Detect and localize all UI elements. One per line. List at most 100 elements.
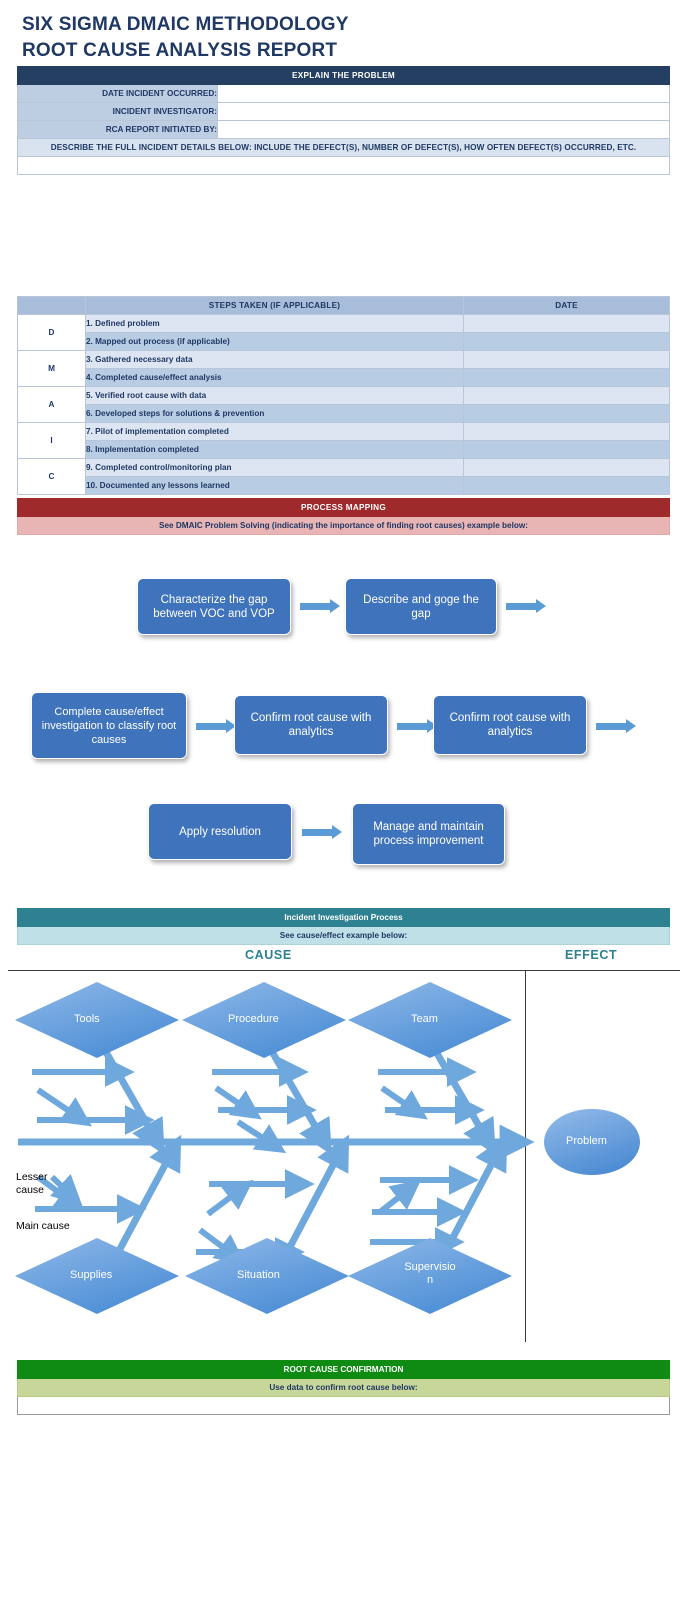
table-row: DATE INCIDENT OCCURRED: (17, 84, 671, 103)
dmaic-letter-c: C (17, 458, 86, 495)
process-mapping-table: PROCESS MAPPING See DMAIC Problem Solvin… (17, 498, 670, 535)
fishbone-sub-causes-situation (196, 1169, 315, 1267)
step-date-7[interactable] (463, 422, 670, 441)
rca-report-initiated-by-label: RCA REPORT INITIATED BY: (17, 120, 218, 139)
step-label-6: 6. Developed steps for solutions & preve… (85, 404, 464, 423)
flow-arrow-5 (596, 719, 636, 733)
table-row: EXPLAIN THE PROBLEM (16, 66, 671, 85)
dmaic-flowchart: Characterize the gap between VOC and VOP… (0, 552, 685, 892)
page-title: SIX SIGMA DMAIC METHODOLOGY ROOT CAUSE A… (22, 12, 662, 64)
step-label-10: 10. Documented any lessons learned (85, 476, 464, 495)
cause-label: CAUSE (245, 948, 292, 962)
root-cause-confirmation-textarea[interactable] (17, 1396, 670, 1415)
step-label-8: 8. Implementation completed (85, 440, 464, 459)
flow-box-confirm-root-cause-2[interactable]: Confirm root cause with analytics (433, 695, 587, 755)
effect-label: EFFECT (565, 948, 618, 962)
step-date-8[interactable] (463, 440, 670, 459)
table-row: 8. Implementation completed (18, 440, 670, 459)
date-incident-occurred-label: DATE INCIDENT OCCURRED: (17, 84, 218, 103)
dmaic-letter-d: D (17, 314, 86, 351)
page-title-line-2: ROOT CAUSE ANALYSIS REPORT (22, 40, 338, 61)
steps-column-header: STEPS TAKEN (IF APPLICABLE) (85, 296, 464, 315)
step-label-1: 1. Defined problem (85, 314, 464, 333)
root-cause-confirmation-subheader: Use data to confirm root cause below: (17, 1378, 670, 1397)
fishbone-sub-causes-supplies (35, 1174, 147, 1224)
root-cause-confirmation-table: ROOT CAUSE CONFIRMATION Use data to conf… (17, 1360, 670, 1415)
table-row (17, 1396, 670, 1415)
table-row: M 3. Gathered necessary data (17, 350, 670, 387)
fishbone-category-procedure: Procedure (228, 1013, 279, 1025)
table-row: STEPS TAKEN (IF APPLICABLE) DATE (17, 296, 670, 315)
step-label-4: 4. Completed cause/effect analysis (85, 368, 464, 387)
fishbone-category-supervision: Supervisio n (404, 1261, 456, 1286)
describe-incident-header: DESCRIBE THE FULL INCIDENT DETAILS BELOW… (16, 138, 671, 157)
flow-arrow-1 (300, 599, 340, 613)
flow-box-complete-cause-effect[interactable]: Complete cause/effect investigation to c… (31, 692, 187, 759)
flow-box-confirm-root-cause-1[interactable]: Confirm root cause with analytics (234, 695, 388, 755)
table-row: C 9. Completed control/monitoring plan (17, 458, 670, 495)
step-label-9: 9. Completed control/monitoring plan (85, 458, 464, 477)
table-row: 4. Completed cause/effect analysis (18, 368, 670, 387)
incident-investigation-header: Incident Investigation Process (17, 908, 670, 927)
flow-arrow-4 (397, 719, 437, 733)
fishbone-category-situation: Situation (237, 1269, 280, 1281)
table-row: See DMAIC Problem Solving (indicating th… (17, 516, 670, 535)
fishbone-effect-label: Problem (566, 1135, 607, 1147)
step-date-5[interactable] (463, 386, 670, 405)
step-date-10[interactable] (463, 476, 670, 495)
table-row (16, 156, 671, 175)
process-mapping-header: PROCESS MAPPING (17, 498, 670, 517)
table-row: 2. Mapped out process (if applicable) (18, 332, 670, 351)
step-label-3: 3. Gathered necessary data (85, 350, 464, 369)
step-date-6[interactable] (463, 404, 670, 423)
table-row: See cause/effect example below: (17, 926, 670, 945)
step-label-5: 5. Verified root cause with data (85, 386, 464, 405)
fishbone-svg (15, 982, 640, 1314)
rca-report-initiated-by-input[interactable] (216, 120, 671, 139)
explain-the-problem-table: EXPLAIN THE PROBLEM DATE INCIDENT OCCURR… (16, 66, 671, 175)
table-row: A 5. Verified root cause with data (17, 386, 670, 423)
fishbone-diagram: Tools Procedure Team Supplies Situation … (0, 962, 685, 1352)
step-date-1[interactable] (463, 314, 670, 333)
incident-investigation-table: Incident Investigation Process See cause… (17, 908, 670, 945)
table-row: 6. Developed steps for solutions & preve… (18, 404, 670, 423)
describe-incident-textarea[interactable] (16, 156, 671, 175)
incident-investigation-subheader: See cause/effect example below: (17, 926, 670, 945)
flow-arrow-3 (196, 719, 236, 733)
step-date-4[interactable] (463, 368, 670, 387)
flow-box-manage-maintain[interactable]: Manage and maintain process improvement (352, 803, 505, 865)
step-label-2: 2. Mapped out process (if applicable) (85, 332, 464, 351)
table-row: RCA REPORT INITIATED BY: (17, 120, 671, 139)
dmaic-letter-i: I (17, 422, 86, 459)
rca-report-page: SIX SIGMA DMAIC METHODOLOGY ROOT CAUSE A… (0, 0, 685, 1599)
dmaic-letter-a: A (17, 386, 86, 423)
dmaic-letter-m: M (17, 350, 86, 387)
table-row: D 1. Defined problem (17, 314, 670, 351)
step-label-7: 7. Pilot of implementation completed (85, 422, 464, 441)
step-date-3[interactable] (463, 350, 670, 369)
table-row: ROOT CAUSE CONFIRMATION (17, 1360, 670, 1379)
root-cause-confirmation-header: ROOT CAUSE CONFIRMATION (17, 1360, 670, 1379)
table-row: I 7. Pilot of implementation completed (17, 422, 670, 459)
fishbone-annotation-lesser-cause: Lesser cause (16, 1171, 48, 1196)
table-row: Use data to confirm root cause below: (17, 1378, 670, 1397)
flow-box-apply-resolution[interactable]: Apply resolution (148, 803, 292, 860)
process-mapping-subheader: See DMAIC Problem Solving (indicating th… (17, 516, 670, 535)
dmaic-column-header (17, 296, 86, 315)
step-date-9[interactable] (463, 458, 670, 477)
date-incident-occurred-input[interactable] (216, 84, 671, 103)
date-column-header: DATE (463, 296, 670, 315)
fishbone-category-supplies: Supplies (70, 1269, 113, 1281)
explain-section-header: EXPLAIN THE PROBLEM (16, 66, 671, 85)
fishbone-sub-causes-supervision (370, 1165, 479, 1257)
flow-box-describe-gauge-gap[interactable]: Describe and goge the gap (345, 578, 497, 635)
step-date-2[interactable] (463, 332, 670, 351)
page-title-line-1: SIX SIGMA DMAIC METHODOLOGY (22, 14, 349, 35)
flow-arrow-2 (506, 599, 546, 613)
flow-box-characterize-gap[interactable]: Characterize the gap between VOC and VOP (137, 578, 291, 635)
fishbone-annotation-main-cause: Main cause (16, 1220, 70, 1232)
table-row: INCIDENT INVESTIGATOR: (17, 102, 671, 121)
table-row: DESCRIBE THE FULL INCIDENT DETAILS BELOW… (16, 138, 671, 157)
incident-investigator-input[interactable] (216, 102, 671, 121)
fishbone-category-tools: Tools (74, 1013, 100, 1025)
